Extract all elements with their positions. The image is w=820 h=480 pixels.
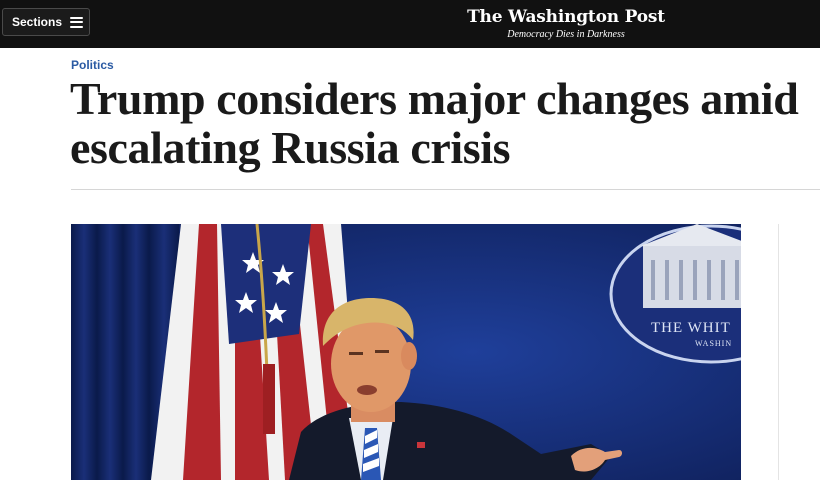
site-logo[interactable]: The Washington Post (452, 6, 680, 28)
hamburger-menu-icon (70, 16, 84, 28)
seal-text-1: THE WHIT (651, 320, 731, 336)
sections-menu-button[interactable]: Sections (2, 8, 90, 36)
lead-photo[interactable]: THE WHIT WASHIN (71, 224, 741, 480)
column-divider (778, 224, 779, 480)
site-tagline: Democracy Dies in Darkness (507, 29, 625, 40)
section-kicker-link[interactable]: Politics (71, 58, 114, 72)
sections-label: Sections (12, 15, 63, 29)
seal-text-2: WASHIN (695, 339, 732, 348)
masthead[interactable]: The Washington Post Democracy Dies in Da… (452, 6, 680, 41)
article-headline: Trump considers major changes amid escal… (70, 73, 799, 173)
top-nav-bar: Sections The Washington Post Democracy D… (0, 0, 820, 48)
headline-divider (71, 189, 820, 190)
